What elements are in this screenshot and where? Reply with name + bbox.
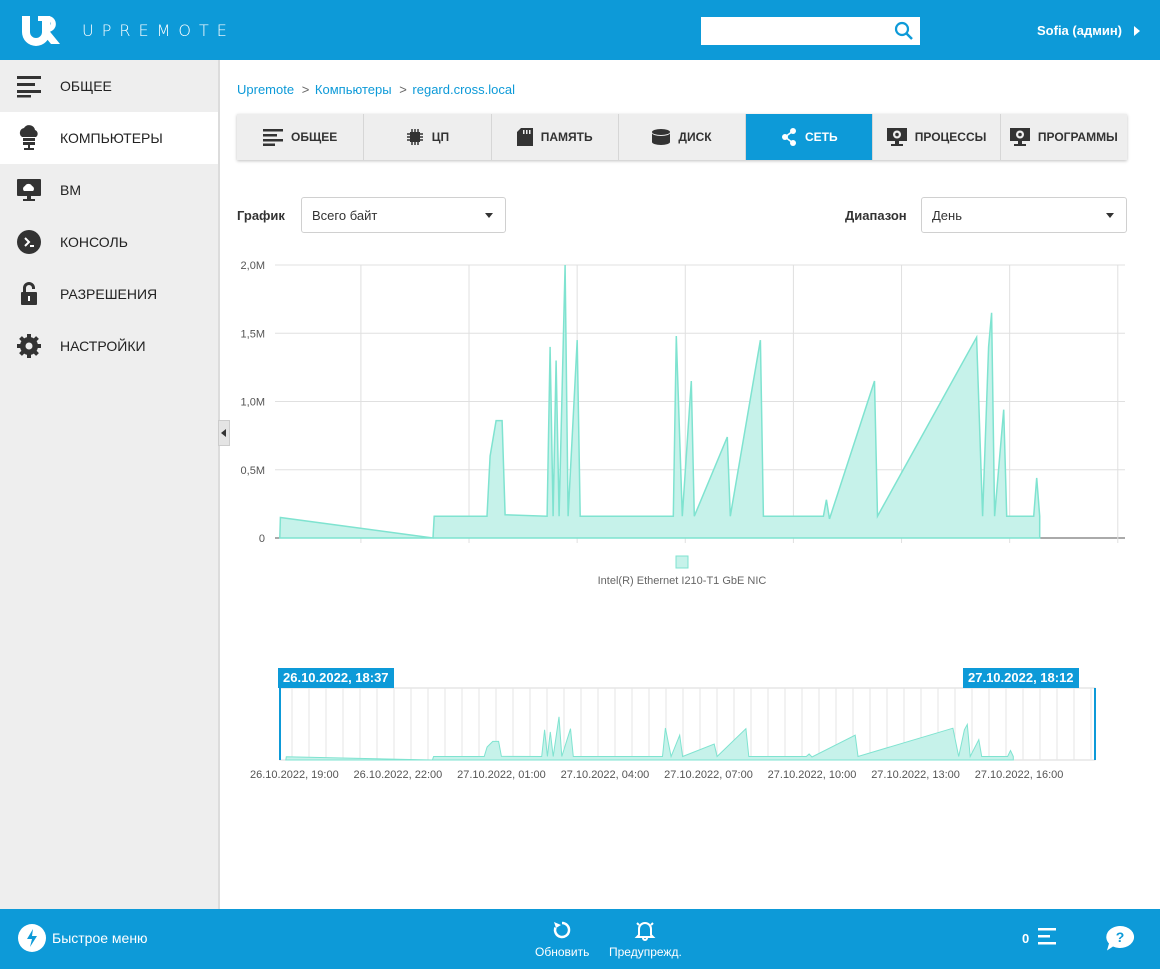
caret-down-icon — [485, 213, 493, 218]
help-icon[interactable]: ? — [1104, 925, 1136, 953]
user-menu[interactable]: Sofia (админ) — [1037, 23, 1122, 38]
tab-processes[interactable]: ПРОЦЕССЫ — [873, 114, 1001, 160]
alerts-button[interactable]: Предупрежд. — [609, 919, 682, 959]
navigator-window[interactable] — [279, 687, 1096, 761]
range-start-label[interactable]: 26.10.2022, 18:37 — [278, 668, 394, 688]
tab-label: ПАМЯТЬ — [540, 130, 593, 144]
y-tick-label: 2,0M — [241, 260, 265, 272]
lock-icon — [21, 282, 37, 305]
menu-icon[interactable] — [1038, 928, 1058, 946]
tab-label: ДИСК — [678, 130, 712, 144]
tab-general[interactable]: ОБЩЕЕ — [237, 114, 365, 160]
legend-label[interactable]: Intel(R) Ethernet I210-T1 GbE NIC — [598, 575, 767, 587]
sidebar-item-label: РАЗРЕШЕНИЯ — [60, 286, 158, 302]
x-tick-label: 26.10.2022, 22:00 — [354, 769, 443, 781]
sidebar-item-label: НАСТРОЙКИ — [60, 338, 146, 354]
sidebar-item-console[interactable]: КОНСОЛЬ — [0, 216, 218, 268]
sidebar-item-settings[interactable]: НАСТРОЙКИ — [0, 320, 218, 372]
alerts-label: Предупрежд. — [609, 945, 682, 959]
sidebar-item-general[interactable]: ОБЩЕЕ — [0, 60, 218, 112]
breadcrumb-item-computers[interactable]: Компьютеры — [315, 82, 392, 97]
y-tick-label: 0 — [259, 533, 265, 545]
tab-label: ОБЩЕЕ — [291, 130, 338, 144]
range-label: Диапазон — [845, 208, 907, 223]
x-tick-label: 27.10.2022, 04:00 — [561, 769, 650, 781]
sidebar-item-label: КОМПЬЮТЕРЫ — [60, 130, 163, 146]
gear-icon — [17, 334, 41, 358]
y-tick-label: 0,5M — [241, 465, 265, 477]
tab-bar: ОБЩЕЕ ЦП ПАМЯТЬ ДИСК СЕТЬ ПРОЦЕССЫ ПРОГР… — [237, 114, 1127, 160]
search-input[interactable] — [701, 17, 881, 45]
footer-bar: Быстрое меню Обновить Предупрежд. 0 ? — [0, 909, 1160, 969]
processes-icon — [886, 128, 907, 146]
tab-label: ЦП — [431, 130, 450, 144]
lightning-icon — [18, 924, 46, 952]
computers-icon — [19, 125, 38, 150]
sidebar-item-vm[interactable]: ВМ — [0, 164, 218, 216]
tab-programs[interactable]: ПРОГРАММЫ — [1000, 114, 1127, 160]
y-tick-label: 1,5M — [241, 328, 265, 340]
tab-label: ПРОЦЕССЫ — [914, 130, 987, 144]
sidebar-collapse-handle[interactable] — [218, 420, 230, 446]
graph-label: График — [237, 208, 285, 223]
breadcrumb-separator: > — [399, 82, 407, 97]
refresh-label: Обновить — [535, 945, 590, 959]
sidebar-item-computers[interactable]: КОМПЬЮТЕРЫ — [0, 112, 218, 164]
refresh-button[interactable]: Обновить — [535, 919, 589, 959]
breadcrumb: Upremote > Компьютеры > regard.cross.loc… — [237, 82, 519, 97]
refresh-icon — [553, 921, 571, 939]
sidebar: ОБЩЕЕ КОМПЬЮТЕРЫ ВМ КОНСОЛЬ РАЗРЕШЕНИЯ Н… — [0, 60, 220, 909]
notification-count: 0 — [1022, 931, 1030, 946]
network-icon — [781, 128, 796, 146]
legend-swatch[interactable] — [675, 555, 689, 569]
graph-select-value: Всего байт — [312, 208, 378, 223]
brand-name: UPREMOTE — [82, 21, 235, 40]
tab-disk[interactable]: ДИСК — [618, 114, 747, 160]
sidebar-item-label: КОНСОЛЬ — [60, 234, 128, 250]
top-bar: UPREMOTE Sofia (админ) — [0, 0, 1160, 60]
x-tick-label: 26.10.2022, 19:00 — [250, 769, 339, 781]
breadcrumb-item-upremote[interactable]: Upremote — [237, 82, 294, 97]
vm-icon — [17, 179, 41, 201]
sidebar-item-label: ОБЩЕЕ — [60, 78, 112, 94]
x-tick-label: 27.10.2022, 16:00 — [975, 769, 1064, 781]
cpu-icon — [406, 129, 423, 145]
list-icon — [17, 76, 41, 98]
breadcrumb-separator: > — [301, 82, 310, 97]
range-end-label[interactable]: 27.10.2022, 18:12 — [963, 668, 1079, 688]
upremote-logo-icon[interactable] — [20, 14, 62, 46]
tab-network[interactable]: СЕТЬ — [746, 114, 874, 160]
y-tick-label: 1,0M — [241, 397, 265, 409]
disk-icon — [652, 129, 671, 145]
range-select-value: День — [932, 208, 962, 223]
graph-select[interactable]: Всего байт — [301, 197, 506, 233]
tab-cpu[interactable]: ЦП — [364, 114, 492, 160]
memory-icon — [516, 128, 533, 146]
quick-menu-button[interactable]: Быстрое меню — [18, 924, 148, 952]
range-select[interactable]: День — [921, 197, 1127, 233]
console-icon — [17, 230, 41, 254]
search-icon[interactable] — [894, 21, 914, 41]
tab-memory[interactable]: ПАМЯТЬ — [491, 114, 619, 160]
bell-icon — [634, 922, 656, 941]
tab-label: СЕТЬ — [804, 130, 838, 144]
network-traffic-chart[interactable]: 0 0,5M 1,0M 1,5M 2,0M Intel(R) Ethernet I210-… — [230, 250, 1140, 600]
breadcrumb-item-host[interactable]: regard.cross.local — [412, 82, 515, 97]
user-menu-arrow-icon[interactable] — [1134, 26, 1140, 36]
quick-menu-label: Быстрое меню — [52, 930, 148, 946]
sidebar-item-label: ВМ — [60, 182, 81, 198]
tab-label: ПРОГРАММЫ — [1037, 130, 1118, 144]
caret-down-icon — [1106, 213, 1114, 218]
programs-icon — [1009, 128, 1030, 146]
x-tick-label: 27.10.2022, 01:00 — [457, 769, 546, 781]
x-tick-label: 27.10.2022, 10:00 — [768, 769, 857, 781]
sidebar-item-permissions[interactable]: РАЗРЕШЕНИЯ — [0, 268, 218, 320]
x-tick-label: 27.10.2022, 13:00 — [871, 769, 960, 781]
list-icon — [263, 129, 284, 146]
x-tick-label: 27.10.2022, 07:00 — [664, 769, 753, 781]
svg-text:?: ? — [1116, 929, 1125, 945]
search-box[interactable] — [701, 17, 920, 45]
